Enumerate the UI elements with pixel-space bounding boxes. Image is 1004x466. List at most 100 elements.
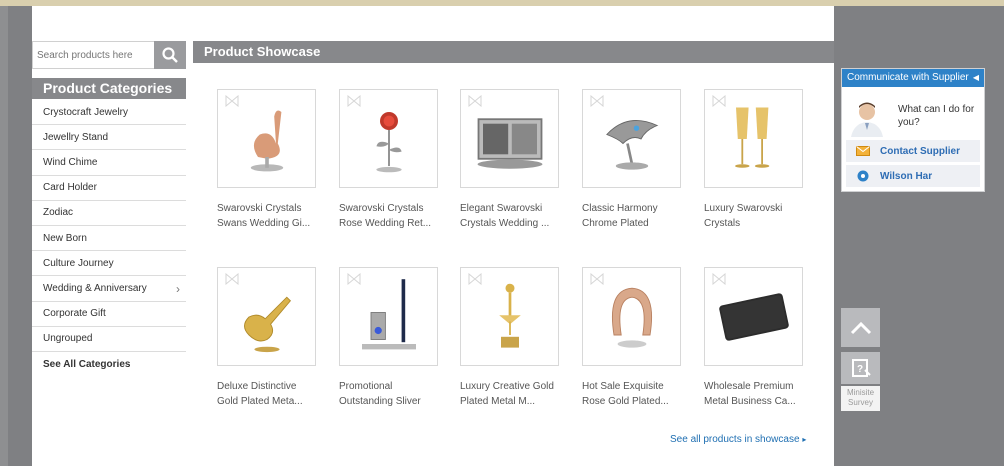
product-name[interactable]: Luxury Swarovski Crystals (704, 201, 814, 231)
golf-pen-stand-image (361, 278, 416, 349)
survey-icon: ? (851, 359, 871, 377)
rose-figurine-image (375, 111, 402, 172)
bow-icon (225, 273, 239, 285)
bow-icon (468, 273, 482, 285)
product-name-line2: Gold Plated Meta... (217, 396, 303, 407)
category-label: Zodiac (43, 207, 74, 219)
category-item[interactable]: Ungrouped (32, 327, 186, 352)
contact-supplier-label: Contact Supplier (880, 145, 961, 157)
see-all-products-label: See all products in showcase (670, 434, 800, 445)
product-thumbnail[interactable] (460, 89, 559, 188)
product-name[interactable]: Wholesale Premium Metal Business Ca... (704, 379, 814, 409)
product-thumbnail[interactable] (582, 267, 681, 366)
bow-icon (590, 273, 604, 285)
category-item[interactable]: New Born (32, 226, 186, 252)
survey-button[interactable]: ? (841, 352, 880, 384)
supplier-greeting: What can I do for you? (842, 87, 984, 137)
category-item[interactable]: Jewellry Stand (32, 125, 186, 151)
product-name-line2: Chrome Plated (582, 218, 649, 229)
product-thumbnail[interactable] (460, 267, 559, 366)
category-item-wedding[interactable]: Wedding & Anniversary › (32, 276, 186, 302)
product-thumbnail[interactable] (217, 89, 316, 188)
product-name-line2: Rose Wedding Ret... (339, 218, 432, 229)
product-card[interactable]: Wholesale Premium Metal Business Ca... (704, 267, 804, 409)
horseshoe-figurine-image (611, 287, 652, 348)
product-name-line2: Plated Metal M... (460, 396, 536, 407)
product-card[interactable]: Swarovski Crystals Swans Wedding Gi... (217, 89, 317, 231)
product-card[interactable]: Classic Harmony Chrome Plated (582, 89, 682, 231)
chevron-right-icon: › (176, 282, 180, 297)
category-item[interactable]: Corporate Gift (32, 302, 186, 327)
product-card[interactable]: Luxury Creative Gold Plated Metal M... (460, 267, 560, 409)
product-name[interactable]: Classic Harmony Chrome Plated (582, 201, 692, 231)
product-name-line1: Swarovski Crystals (339, 203, 424, 214)
category-item[interactable]: Card Holder (32, 176, 186, 201)
category-item[interactable]: Zodiac (32, 201, 186, 226)
product-name[interactable]: Promotional Outstanding Sliver (339, 379, 449, 409)
product-thumbnail[interactable] (704, 89, 803, 188)
see-all-categories-link[interactable]: See All Categories (32, 352, 186, 377)
see-all-products-link[interactable]: See all products in showcase ▸ (670, 434, 806, 445)
product-card[interactable]: Swarovski Crystals Rose Wedding Ret... (339, 89, 439, 231)
category-label: Crystocraft Jewelry (43, 106, 129, 118)
product-name-line1: Deluxe Distinctive (217, 381, 297, 392)
product-thumbnail[interactable] (704, 267, 803, 366)
product-card[interactable]: Elegant Swarovski Crystals Wedding ... (460, 89, 560, 231)
agent-name: Wilson Har (880, 170, 933, 182)
supplier-header[interactable]: Communicate with Supplier ◀ (842, 69, 984, 87)
category-list: Crystocraft Jewelry Jewellry Stand Wind … (32, 100, 186, 377)
category-item[interactable]: Wind Chime (32, 150, 186, 176)
category-item[interactable]: Crystocraft Jewelry (32, 100, 186, 126)
scroll-top-button[interactable] (841, 308, 880, 347)
product-name-line1: Elegant Swarovski (460, 203, 543, 214)
agent-chat-button[interactable]: Wilson Har (846, 165, 980, 187)
contact-supplier-button[interactable]: Contact Supplier (846, 140, 980, 162)
category-item[interactable]: Culture Journey (32, 251, 186, 277)
category-label: Wind Chime (43, 156, 98, 168)
product-card[interactable]: Luxury Swarovski Crystals (704, 89, 804, 231)
product-name-line2: Swans Wedding Gi... (217, 218, 311, 229)
product-card[interactable]: Promotional Outstanding Sliver (339, 267, 439, 409)
ballerina-figurine-image (498, 283, 521, 348)
search-icon (162, 47, 178, 63)
product-name[interactable]: Elegant Swarovski Crystals Wedding ... (460, 201, 570, 231)
caret-right-icon: ▸ (802, 435, 807, 444)
bow-icon (712, 95, 726, 107)
product-name-line1: Hot Sale Exquisite (582, 381, 664, 392)
bow-icon (347, 273, 361, 285)
product-thumbnail[interactable] (582, 89, 681, 188)
category-label: Culture Journey (43, 257, 114, 269)
photo-frame-image (477, 117, 542, 169)
bow-icon (712, 273, 726, 285)
product-name[interactable]: Luxury Creative Gold Plated Metal M... (460, 379, 570, 409)
product-name-line2: Rose Gold Plated... (582, 396, 669, 407)
bow-icon (225, 95, 239, 107)
product-name[interactable]: Swarovski Crystals Swans Wedding Gi... (217, 201, 327, 231)
product-card[interactable]: Deluxe Distinctive Gold Plated Meta... (217, 267, 317, 409)
mail-icon (856, 146, 870, 156)
search-button[interactable] (154, 41, 186, 69)
svg-text:?: ? (857, 364, 863, 375)
category-label: Wedding & Anniversary (43, 282, 147, 294)
left-edge (0, 6, 8, 466)
product-card[interactable]: Hot Sale Exquisite Rose Gold Plated... (582, 267, 682, 409)
product-name-line2: Metal Business Ca... (704, 396, 796, 407)
product-thumbnail[interactable] (339, 267, 438, 366)
product-name-line1: Promotional (339, 381, 393, 392)
product-name[interactable]: Hot Sale Exquisite Rose Gold Plated... (582, 379, 692, 409)
product-thumbnail[interactable] (217, 267, 316, 366)
showcase-title: Product Showcase (193, 41, 834, 63)
survey-label: Minisite Survey (841, 386, 880, 411)
product-name[interactable]: Swarovski Crystals Rose Wedding Ret... (339, 201, 449, 231)
category-label: Card Holder (43, 182, 97, 194)
search-input[interactable] (33, 42, 153, 68)
product-name[interactable]: Deluxe Distinctive Gold Plated Meta... (217, 379, 327, 409)
product-name-line2: Crystals (704, 218, 741, 229)
product-name-line1: Luxury Creative Gold (460, 381, 554, 392)
bow-icon (468, 95, 482, 107)
bow-icon (590, 95, 604, 107)
category-label: Jewellry Stand (43, 131, 109, 143)
category-label: Ungrouped (43, 333, 93, 345)
categories-title: Product Categories (32, 78, 186, 99)
product-thumbnail[interactable] (339, 89, 438, 188)
